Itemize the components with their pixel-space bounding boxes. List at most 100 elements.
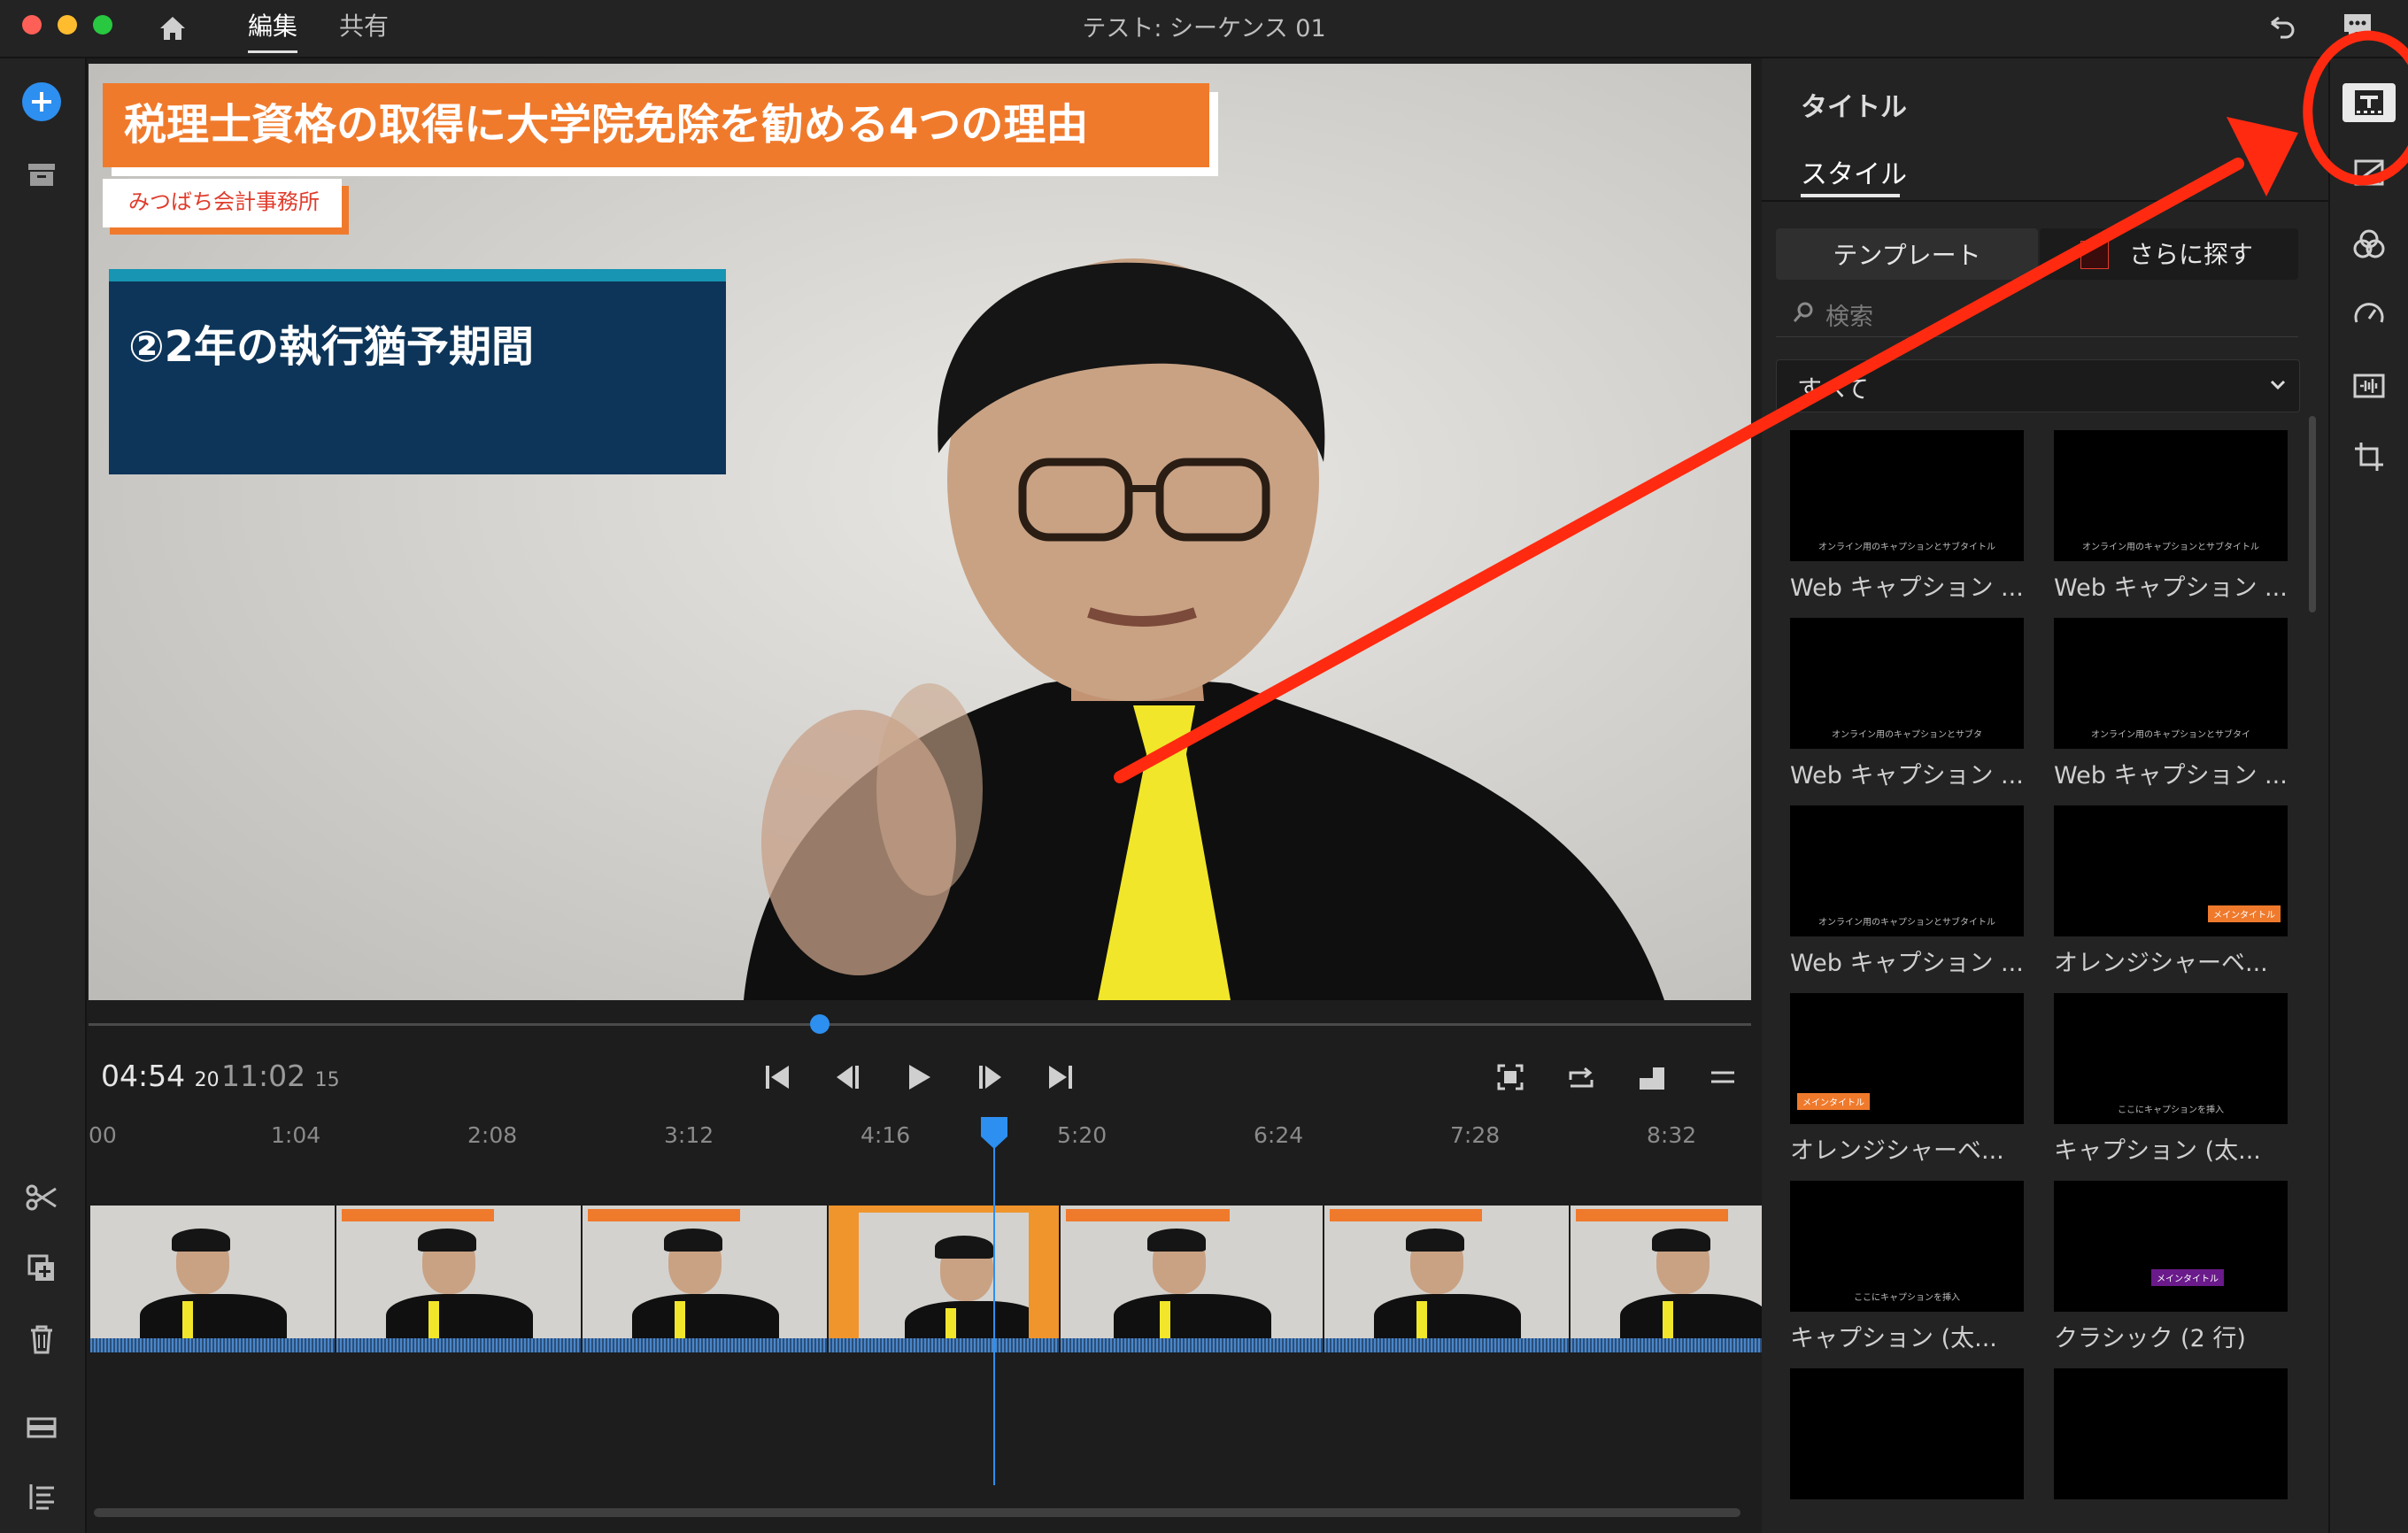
ruler-label: 5:20 [1057, 1122, 1108, 1148]
ruler-label: 2:08 [467, 1122, 518, 1148]
template-grid: オンライン用のキャプションとサブタイトル Web キャプション ... オンライン用… [1790, 430, 2295, 1533]
timeline-clip[interactable] [1061, 1206, 1323, 1352]
ruler-label: 3:12 [664, 1122, 714, 1148]
color-icon[interactable] [2351, 227, 2387, 262]
template-sample-text: メインタイトル [2208, 905, 2281, 922]
speed-icon[interactable] [2351, 297, 2387, 333]
template-item[interactable]: オンライン用のキャプションとサブタイトル Web キャプション ... [1790, 430, 2027, 616]
current-time: 04:54 20 [101, 1059, 220, 1093]
chevron-down-icon [2265, 372, 2291, 398]
template-thumbnail: ここにキャプションを挿入 [2054, 993, 2288, 1124]
audio-icon[interactable] [2351, 368, 2387, 404]
template-thumbnail: オンライン用のキャプションとサブタ [1790, 618, 2024, 749]
ruler-label: 00 [89, 1122, 117, 1148]
template-label: キャプション (太... [2054, 1137, 2261, 1165]
template-thumbnail: ここにキャプションを挿入 [1790, 1181, 2024, 1312]
template-thumbnail [1790, 1368, 2024, 1499]
panel-scrollbar[interactable] [2309, 416, 2316, 612]
point-text: ②2年の執行猶予期間 [128, 322, 535, 372]
playhead-marker[interactable] [981, 1117, 1007, 1149]
template-thumbnail [2054, 1368, 2288, 1499]
selected-clip[interactable] [829, 1206, 1059, 1352]
timeline-clip[interactable] [1324, 1206, 1569, 1352]
template-item[interactable]: オンライン用のキャプションとサブタイトル Web キャプション ... [1790, 805, 2027, 991]
main-title: 税理士資格の取得に大学院免除を勧める4つの理由 [124, 100, 1089, 150]
top-bar: 編集 共有 テスト: シーケンス 01 [0, 0, 2408, 58]
ruler-label: 1:04 [271, 1122, 321, 1148]
template-thumbnail: オンライン用のキャプションとサブタイトル [1790, 430, 2024, 561]
loop-icon[interactable] [1563, 1059, 1599, 1095]
quality-icon[interactable] [1634, 1059, 1670, 1095]
template-item[interactable]: オンライン用のキャプションとサブタイ Web キャプション ... [2054, 618, 2291, 804]
timeline-clip[interactable] [583, 1206, 827, 1352]
play-icon[interactable] [901, 1059, 937, 1095]
current-time-value: 04:54 [101, 1059, 186, 1093]
template-item[interactable]: メインタイトルオレンジシャーベ... [2054, 805, 2291, 991]
go-to-end-icon[interactable] [1043, 1059, 1078, 1095]
template-label: Web キャプション ... [1790, 574, 2024, 602]
feedback-icon[interactable] [2340, 9, 2375, 44]
filter-value: すべて [1797, 374, 1869, 404]
template-sample-text: オンライン用のキャプションとサブタイトル [2082, 543, 2259, 552]
template-label: キャプション (太... [1790, 1325, 1997, 1352]
video-preview[interactable]: 税理士資格の取得に大学院免除を勧める4つの理由 みつばち会計事務所 ②2年の執行… [89, 64, 1751, 1000]
crop-icon[interactable] [2351, 439, 2387, 474]
transitions-icon[interactable] [2351, 156, 2387, 191]
archive-icon[interactable] [21, 154, 62, 195]
tab-style-underline [1801, 194, 1900, 197]
playhead-line[interactable] [993, 1131, 995, 1485]
template-label: オレンジシャーベ... [2054, 950, 2268, 977]
clip-track [90, 1204, 2006, 1360]
duplicate-icon[interactable] [21, 1248, 62, 1289]
template-item[interactable]: メインタイトル オレンジシャーベ... [1790, 993, 2027, 1179]
track-icon[interactable] [21, 1407, 62, 1448]
timeline-clip[interactable] [90, 1206, 335, 1352]
template-sample-text: メインタイトル [2151, 1269, 2224, 1286]
find-more-label: さらに探す [2129, 240, 2254, 269]
menu-icon[interactable] [1705, 1059, 1740, 1095]
duration: 11:02 15 [221, 1059, 340, 1093]
template-label: Web キャプション ... [1790, 950, 2024, 977]
undo-icon[interactable] [2263, 11, 2298, 46]
trash-icon[interactable] [21, 1319, 62, 1360]
template-item[interactable] [2054, 1368, 2291, 1533]
template-item[interactable] [1790, 1368, 2027, 1533]
template-thumbnail: メインタイトル [1790, 993, 2024, 1124]
titles-icon[interactable] [2351, 85, 2387, 120]
template-sample-text: ここにキャプションを挿入 [2118, 1105, 2224, 1115]
ruler-label: 4:16 [861, 1122, 911, 1148]
duration-value: 11:02 [221, 1059, 306, 1093]
template-thumbnail: メインタイトル [2054, 805, 2288, 936]
step-forward-icon[interactable] [972, 1059, 1007, 1095]
template-item[interactable]: ここにキャプションを挿入キャプション (太... [2054, 993, 2291, 1179]
template-sample-text: メインタイトル [1797, 1093, 1870, 1110]
add-icon[interactable] [21, 81, 62, 122]
scissors-icon[interactable] [21, 1177, 62, 1218]
ruler-label: 6:24 [1254, 1122, 1304, 1148]
panel-divider [1762, 200, 2328, 202]
left-toolbar [0, 58, 87, 1533]
template-sample-text: ここにキャプションを挿入 [1854, 1293, 1960, 1303]
template-button[interactable]: テンプレート [1776, 228, 2038, 280]
timeline-scrollbar[interactable] [94, 1508, 1740, 1517]
go-to-start-icon[interactable] [760, 1059, 795, 1095]
tab-style[interactable]: スタイル [1801, 152, 1907, 191]
template-item[interactable]: オンライン用のキャプションとサブタ Web キャプション ... [1790, 618, 2027, 804]
template-item[interactable]: オンライン用のキャプションとサブタイトル Web キャプション ... [2054, 430, 2291, 616]
sequence-title: テスト: シーケンス 01 [1082, 15, 1326, 42]
current-time-frames: 20 [194, 1069, 220, 1091]
list-icon[interactable] [21, 1476, 62, 1517]
template-thumbnail: オンライン用のキャプションとサブタイ [2054, 618, 2288, 749]
template-sample-text: オンライン用のキャプションとサブタイトル [1818, 543, 1995, 552]
fit-frame-icon[interactable] [1493, 1059, 1528, 1095]
template-item[interactable]: ここにキャプションを挿入キャプション (太... [1790, 1181, 2027, 1367]
template-item[interactable]: メインタイトルクラシック (2 行) [2054, 1181, 2291, 1367]
panel-heading: タイトル [1801, 92, 1907, 123]
step-back-icon[interactable] [830, 1059, 866, 1095]
template-sample-text: オンライン用のキャプションとサブタイ [2091, 730, 2250, 740]
timeline-clip[interactable] [336, 1206, 581, 1352]
timeline-ruler[interactable]: 00 1:04 2:08 3:12 4:16 5:20 6:24 7:28 8:32 [89, 1115, 1751, 1151]
scrubber-track[interactable] [89, 1023, 1751, 1026]
scrubber-handle[interactable] [810, 1014, 830, 1034]
template-label: クラシック (2 行) [2054, 1325, 2246, 1352]
